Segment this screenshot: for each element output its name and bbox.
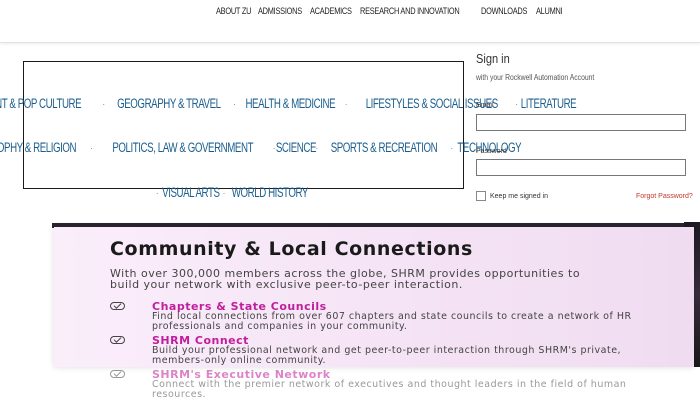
category-link[interactable]: SPORTS & RECREATION: [331, 140, 438, 155]
community-item-description: Build your professional network and get …: [152, 345, 622, 366]
separator-dot: ·: [90, 142, 94, 153]
separator-dot: ·: [450, 142, 454, 153]
nav-item-research[interactable]: RESEARCH AND INNOVATION: [360, 6, 460, 16]
category-box: ENTERTAINMENT & POP CULTURE · GEOGRAPHY …: [0, 61, 577, 189]
category-link[interactable]: VISUAL ARTS: [162, 185, 220, 200]
separator-dot: ·: [222, 187, 226, 198]
sign-in-subtitle: with your Rockwell Automation Account: [476, 73, 595, 82]
keep-signed-in-checkbox[interactable]: [476, 191, 486, 201]
community-title: Community & Local Connections: [110, 238, 473, 260]
category-link[interactable]: PHILOSOPHY & RELIGION: [0, 140, 77, 155]
nav-item-downloads[interactable]: DOWNLOADS: [481, 6, 527, 16]
category-link[interactable]: HEALTH & MEDICINE: [245, 96, 335, 111]
community-intro: With over 300,000 members across the glo…: [110, 267, 581, 291]
nav-item-academics[interactable]: ACADEMICS: [310, 6, 352, 16]
top-navigation: ABOUT ZU ADMISSIONS ACADEMICS RESEARCH A…: [0, 0, 700, 43]
email-label: Email: [476, 102, 494, 109]
sign-in-panel: Sign in with your Rockwell Automation Ac…: [476, 50, 700, 210]
keep-signed-in-label: Keep me signed in: [490, 193, 548, 200]
category-link[interactable]: WORLD HISTORY: [232, 185, 309, 200]
category-row-3: · VISUAL ARTS · WORLD HISTORY: [23, 185, 464, 200]
nav-item-admissions[interactable]: ADMISSIONS: [258, 6, 302, 16]
community-item-description: Find local connections from over 607 cha…: [152, 311, 632, 332]
sign-in-title: Sign in: [476, 51, 510, 66]
category-link[interactable]: SCIENCE: [275, 140, 316, 155]
password-label: Password: [476, 148, 507, 155]
check-circle-icon: [110, 302, 125, 310]
email-field[interactable]: [476, 114, 686, 131]
top-nav-list: ABOUT ZU ADMISSIONS ACADEMICS RESEARCH A…: [216, 6, 563, 16]
nav-item-alumni[interactable]: ALUMNI: [536, 6, 563, 16]
category-row-1: ENTERTAINMENT & POP CULTURE · GEOGRAPHY …: [0, 96, 577, 111]
separator-dot: ·: [155, 187, 159, 198]
category-link[interactable]: POLITICS, LAW & GOVERNMENT: [113, 140, 254, 155]
community-item-description: Connect with the premier network of exec…: [152, 379, 627, 400]
separator-dot: ·: [344, 98, 348, 109]
check-circle-icon: [110, 336, 125, 344]
password-field[interactable]: [476, 159, 686, 176]
nav-item-about[interactable]: ABOUT ZU: [216, 6, 251, 16]
forgot-password-link[interactable]: Forgot Password?: [636, 193, 693, 200]
category-row-2: · PHILOSOPHY & RELIGION · POLITICS, LAW …: [0, 140, 522, 155]
check-circle-icon: [110, 370, 125, 378]
category-link[interactable]: GEOGRAPHY & TRAVEL: [117, 96, 221, 111]
separator-dot: ·: [233, 98, 237, 109]
separator-dot: ·: [102, 98, 106, 109]
page: ABOUT ZU ADMISSIONS ACADEMICS RESEARCH A…: [0, 0, 700, 400]
category-link[interactable]: ENTERTAINMENT & POP CULTURE: [0, 96, 82, 111]
